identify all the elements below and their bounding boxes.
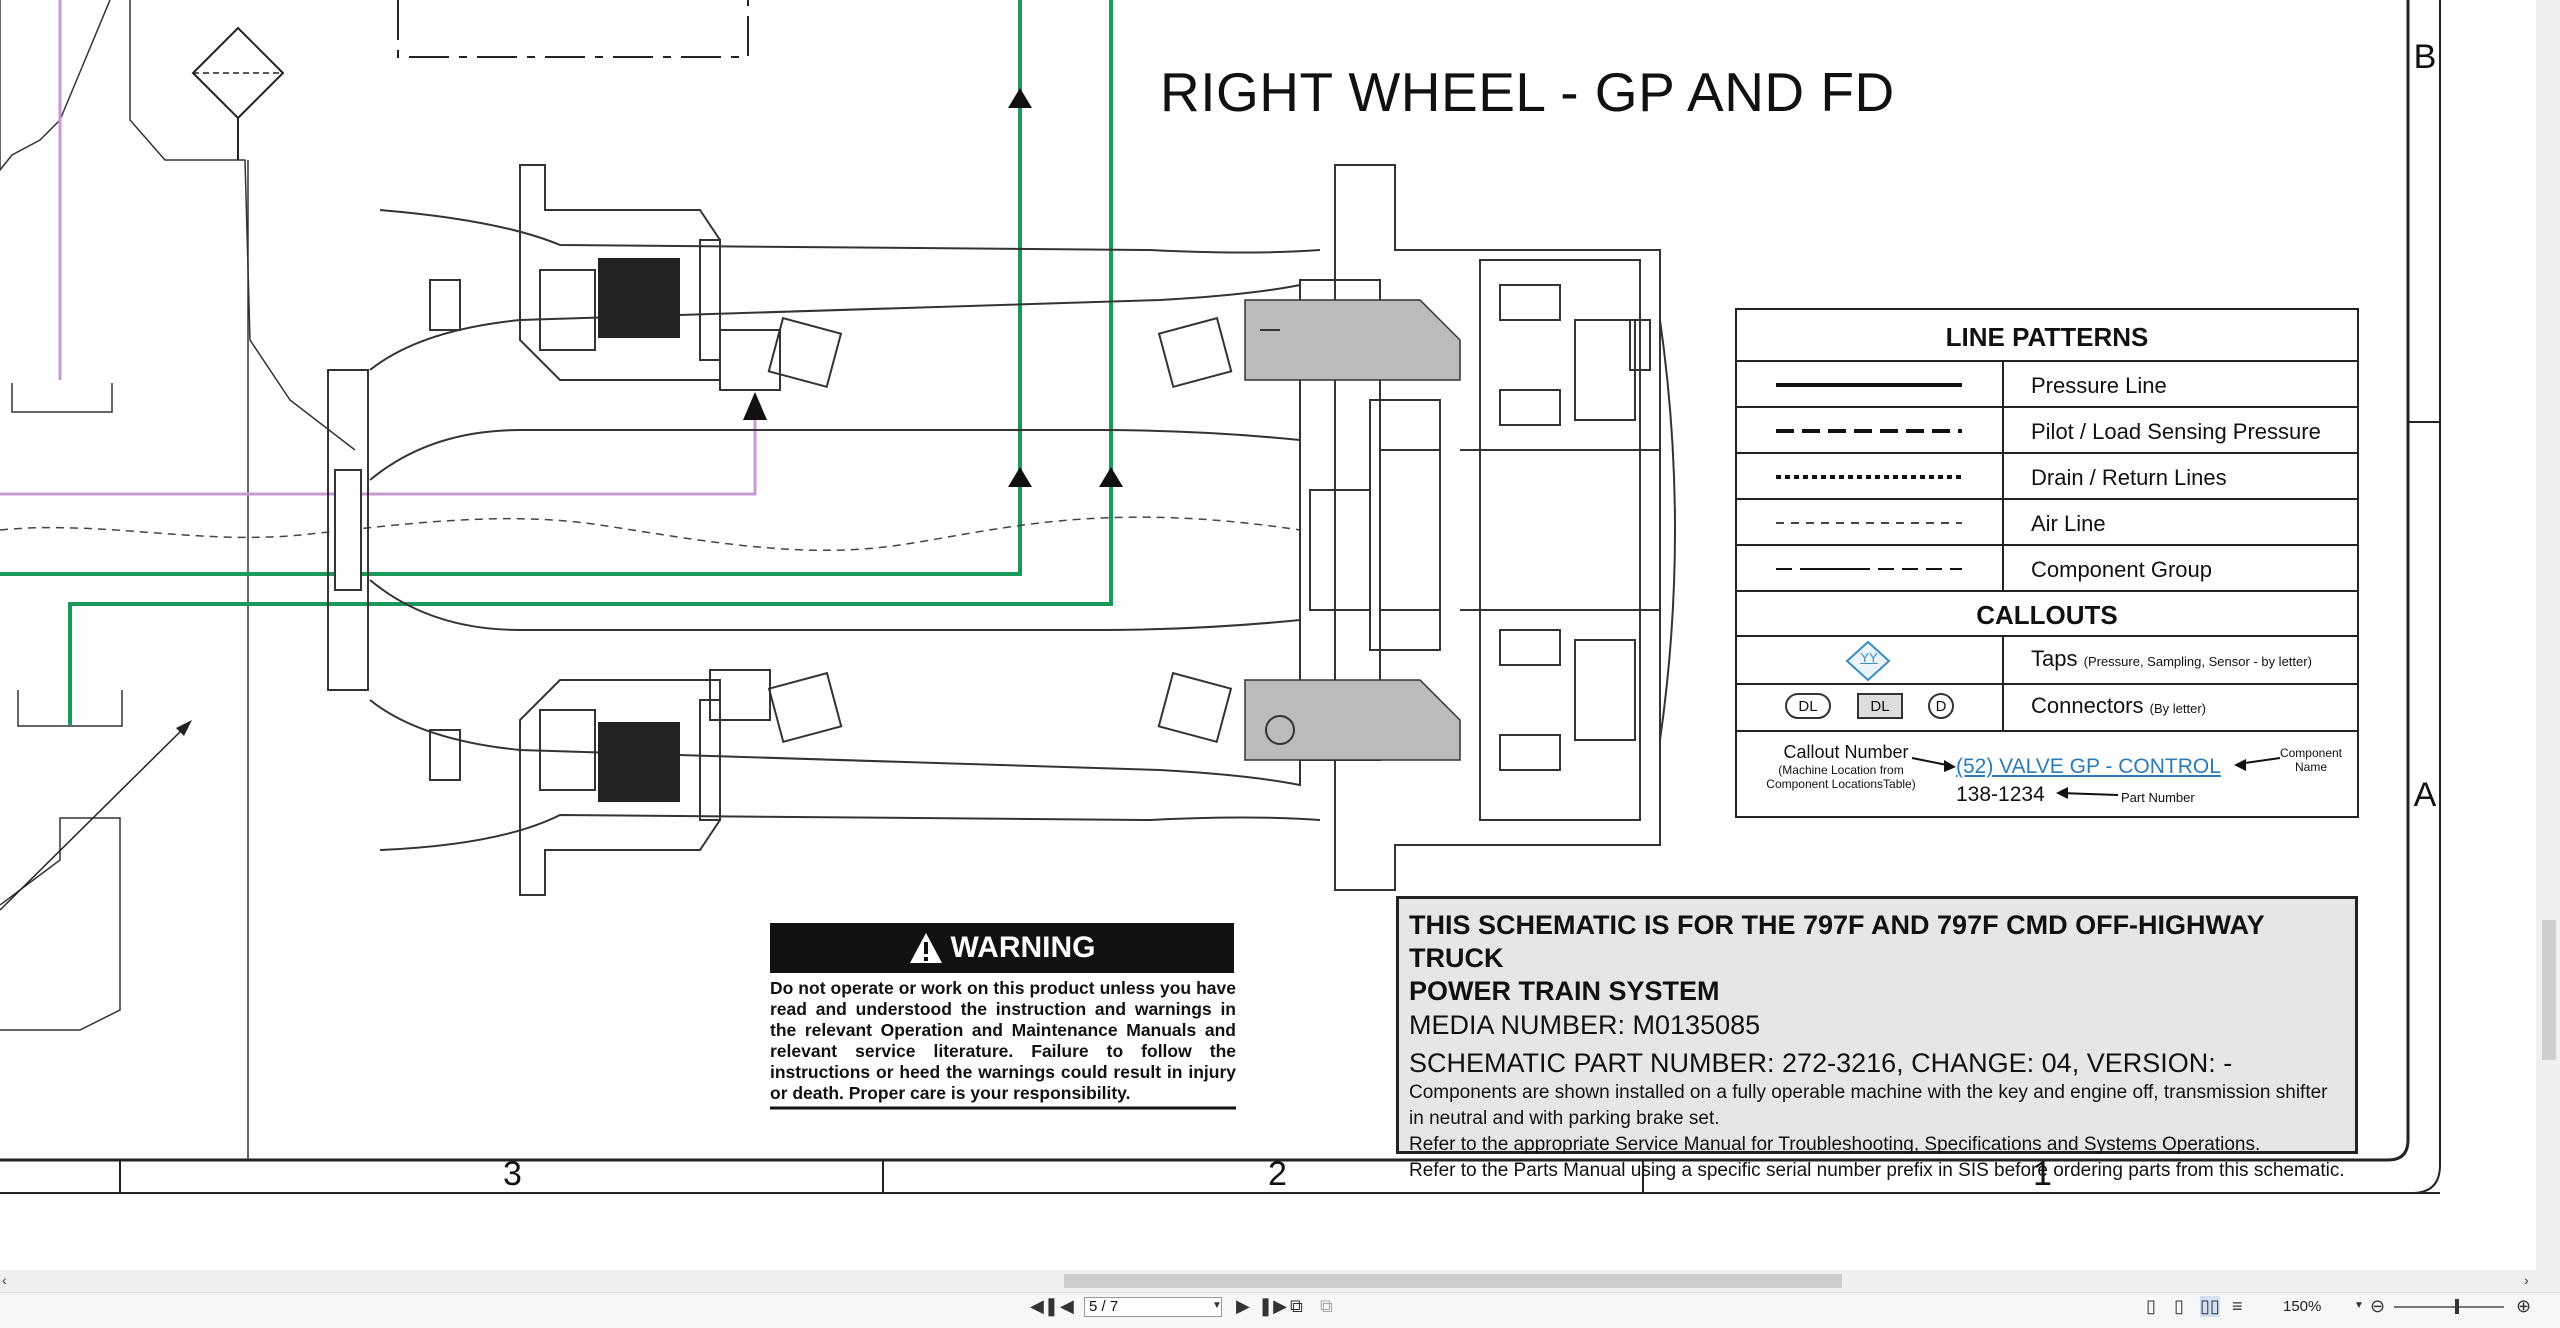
connectors-note: (By letter)	[2149, 701, 2206, 716]
info-note3: Refer to the Parts Manual using a specif…	[1409, 1160, 2345, 1181]
info-note1: Components are shown installed on a full…	[1409, 1082, 2328, 1129]
zoom-slider-knob[interactable]	[2455, 1299, 2459, 1314]
drawing-title: RIGHT WHEEL - GP AND FD	[1160, 61, 1895, 123]
tap-symbol: YY	[1860, 650, 1878, 665]
info-note2: Refer to the appropriate Service Manual …	[1409, 1134, 2261, 1155]
single-page-icon[interactable]: ▯	[2146, 1296, 2156, 1317]
connectors-label: Connectors	[2031, 693, 2144, 718]
zoom-out-icon[interactable]: ⊖	[2370, 1296, 2385, 1317]
warning-header: WARNING	[770, 923, 1234, 973]
first-page-icon[interactable]: ◀❚	[1030, 1296, 1059, 1317]
vertical-scrollbar[interactable]	[2536, 0, 2560, 1270]
zone-a-label: A	[2413, 776, 2437, 814]
info-media-number: MEDIA NUMBER: M0135085	[1409, 1010, 1761, 1040]
warning-heading: WARNING	[950, 931, 1096, 964]
connector-symbol-3: D	[1935, 698, 1947, 715]
callouts-title: CALLOUTS	[1976, 600, 2118, 630]
paste-icon[interactable]: ⧉	[1320, 1296, 1333, 1317]
zoom-dropdown-icon[interactable]: ▼	[2354, 1300, 2364, 1311]
schematic-info-box: THIS SCHEMATIC IS FOR THE 797F AND 797F …	[1396, 896, 2358, 1181]
chevron-down-icon[interactable]: ▼	[1212, 1300, 1222, 1311]
scroll-right-icon[interactable]: ›	[2524, 1272, 2529, 1288]
info-part-number: SCHEMATIC PART NUMBER: 272-3216, CHANGE:…	[1409, 1048, 2233, 1078]
column-3-label: 3	[503, 1155, 522, 1193]
callout-number-note: (Machine Location from Component Locatio…	[1766, 763, 1916, 791]
info-line1: THIS SCHEMATIC IS FOR THE 797F AND 797F …	[1409, 910, 2265, 973]
callout-number-label: Callout Number	[1783, 742, 1909, 762]
page-number-field[interactable]: 5 / 7	[1084, 1297, 1222, 1317]
legend-drain-line: Drain / Return Lines	[2031, 465, 2227, 490]
connector-symbol-1: DL	[1798, 698, 1818, 715]
schematic-sheet: RIGHT WHEEL - GP AND FD B A LINE PATTERN…	[0, 0, 2560, 1270]
info-line2: POWER TRAIN SYSTEM	[1409, 976, 1720, 1006]
callout-example-link: (52) VALVE GP - CONTROL	[1956, 755, 2221, 778]
prev-page-icon[interactable]: ◀	[1060, 1296, 1074, 1317]
taps-label: Taps	[2031, 646, 2078, 671]
legend-component-group: Component Group	[2031, 557, 2212, 582]
legend-pilot-line: Pilot / Load Sensing Pressure	[2031, 419, 2321, 444]
copy-icon[interactable]: ⧉	[1290, 1296, 1303, 1317]
last-page-icon[interactable]: ❚▶	[1258, 1296, 1287, 1317]
zoom-in-icon[interactable]: ⊕	[2516, 1296, 2531, 1317]
zone-b-label: B	[2413, 38, 2437, 76]
zoom-level[interactable]: 150%	[2283, 1298, 2321, 1315]
two-page-icon[interactable]: ▯▯	[2200, 1296, 2220, 1317]
two-page-continuous-icon[interactable]: ≡	[2232, 1296, 2243, 1317]
part-number-label: Part Number	[2121, 790, 2195, 805]
zoom-slider[interactable]	[2394, 1306, 2504, 1308]
next-page-icon[interactable]: ▶	[1236, 1296, 1250, 1317]
legend-taps: Taps (Pressure, Sampling, Sensor - by le…	[2031, 646, 2312, 672]
line-patterns-title: LINE PATTERNS	[1945, 322, 2149, 352]
column-1-label: 1	[2033, 1155, 2052, 1193]
taps-note: (Pressure, Sampling, Sensor - by letter)	[2083, 654, 2312, 669]
warning-triangle-icon	[909, 932, 943, 964]
legend-pressure-line: Pressure Line	[2031, 373, 2167, 398]
horizontal-scroll-thumb[interactable]	[1064, 1274, 1842, 1288]
column-2-label: 2	[1268, 1155, 1287, 1193]
vertical-scroll-thumb[interactable]	[2542, 920, 2556, 1060]
legend-air-line: Air Line	[2031, 511, 2106, 536]
scroll-left-icon[interactable]: ‹	[2, 1272, 7, 1288]
connector-symbol-2: DL	[1870, 698, 1890, 715]
line-patterns-legend: LINE PATTERNS Pressure Line Pilot / Load…	[1736, 309, 2358, 817]
warning-text: Do not operate or work on this product u…	[770, 978, 1236, 1103]
part-number-example: 138-1234	[1956, 783, 2045, 806]
legend-connectors: Connectors (By letter)	[2031, 693, 2206, 719]
continuous-icon[interactable]: ▯	[2174, 1296, 2184, 1317]
component-name-label: Component Name	[2279, 746, 2343, 774]
